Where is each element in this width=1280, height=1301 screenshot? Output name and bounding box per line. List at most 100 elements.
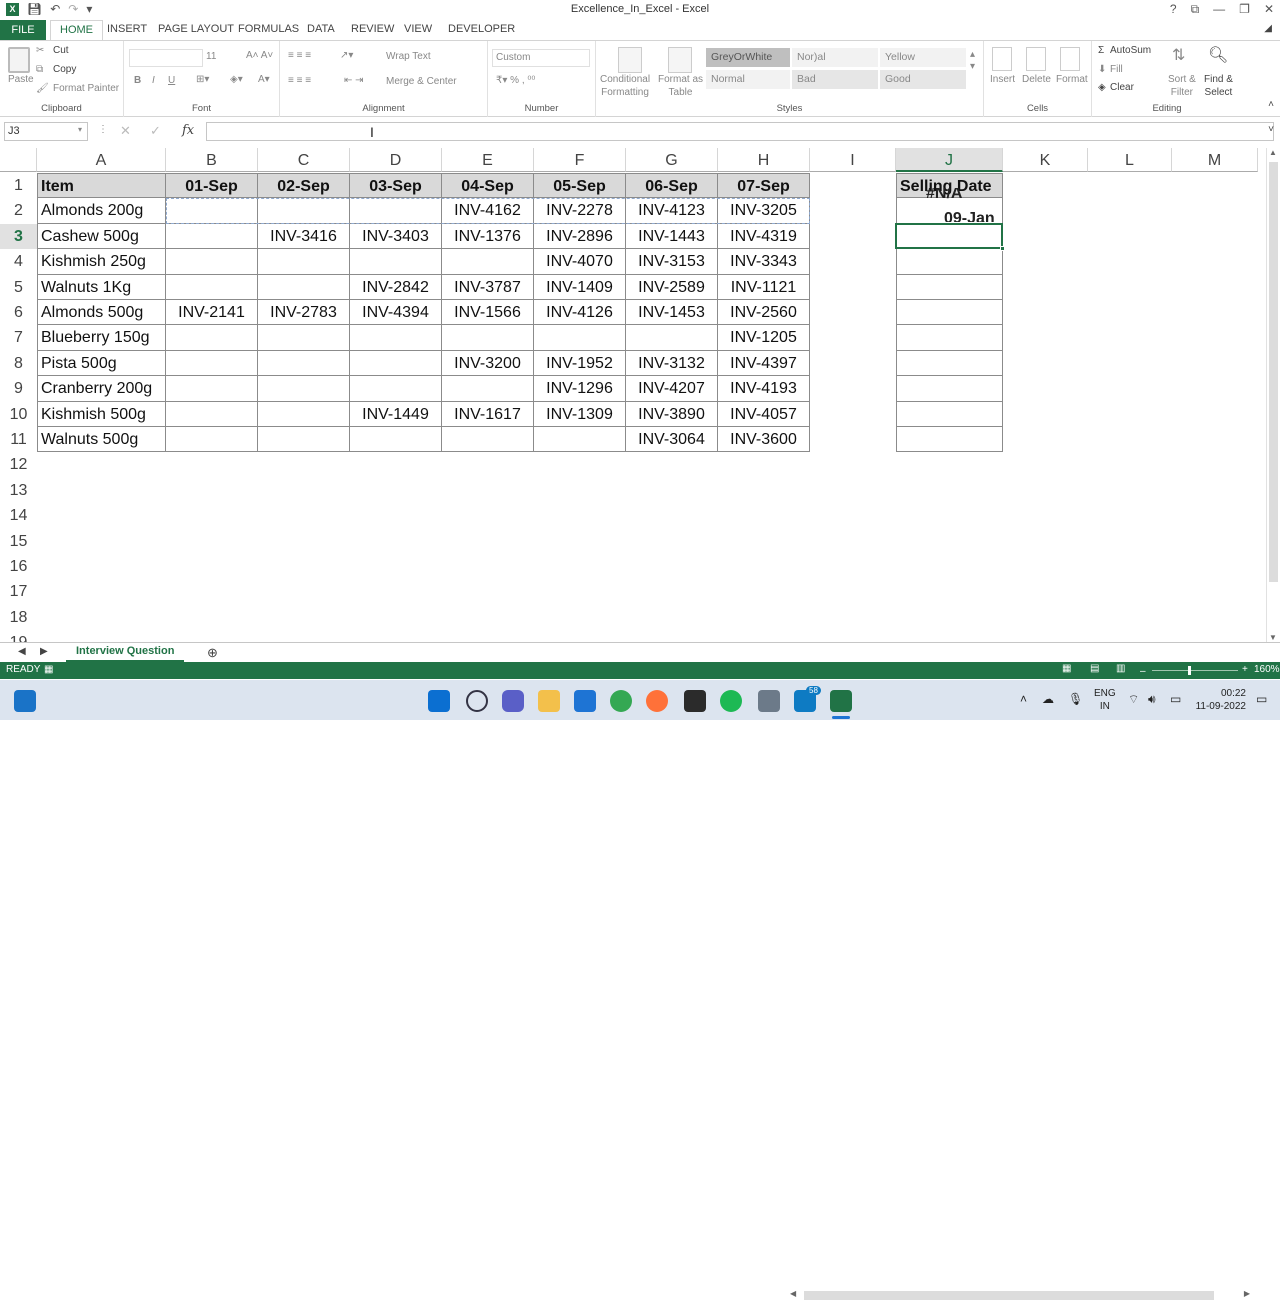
row-header-8[interactable]: 8 xyxy=(0,351,37,376)
item-cell[interactable]: Kishmish 500g xyxy=(37,401,166,427)
grow-font-icon[interactable]: A˄ A˅ xyxy=(246,50,273,61)
scroll-down-icon[interactable]: ▼ xyxy=(1269,633,1277,642)
invoice-cell[interactable]: INV-3600 xyxy=(718,427,810,453)
cut-icon[interactable]: ✂ xyxy=(36,45,44,56)
row-header-18[interactable]: 18 xyxy=(0,605,37,630)
invoice-cell[interactable]: INV-2783 xyxy=(258,300,350,326)
notifications-icon[interactable]: ▭ xyxy=(1256,692,1267,706)
invoice-cell[interactable] xyxy=(442,325,534,351)
battery-icon[interactable]: ▭ xyxy=(1170,692,1181,706)
cut-button[interactable]: Cut xyxy=(53,45,69,56)
font-color-icon[interactable]: A▾ xyxy=(258,74,270,85)
merge-center-button[interactable]: Merge & Center xyxy=(386,76,457,87)
item-cell[interactable]: Kishmish 250g xyxy=(37,249,166,275)
row-header-2[interactable]: 2 xyxy=(0,198,37,223)
invoice-cell[interactable] xyxy=(350,376,442,402)
horizontal-scrollbar[interactable]: ◀ ▶ xyxy=(790,1289,1250,1301)
column-header-f[interactable]: F xyxy=(534,148,626,172)
screen-recorder-icon[interactable] xyxy=(684,690,706,712)
invoice-cell[interactable] xyxy=(258,376,350,402)
selling-date-cell[interactable] xyxy=(896,427,1003,453)
invoice-cell[interactable] xyxy=(442,427,534,453)
selling-date-cell[interactable] xyxy=(896,350,1003,377)
normal-view-icon[interactable]: ▦ xyxy=(1062,663,1071,674)
delete-button[interactable]: Delete xyxy=(1022,74,1051,85)
zoom-in-icon[interactable]: + xyxy=(1242,664,1248,675)
wifi-icon[interactable]: ⌔ xyxy=(1128,692,1139,707)
invoice-cell[interactable] xyxy=(350,427,442,453)
column-header-d[interactable]: D xyxy=(350,148,442,172)
format-button[interactable]: Format xyxy=(1056,74,1088,85)
formula-input[interactable] xyxy=(206,122,1274,141)
invoice-cell[interactable] xyxy=(166,427,258,453)
invoice-cell[interactable]: INV-3200 xyxy=(442,350,534,377)
column-header-h[interactable]: H xyxy=(718,148,810,172)
style-good[interactable]: Good xyxy=(880,70,966,89)
row-header-4[interactable]: 4 xyxy=(0,249,37,274)
column-header-c[interactable]: C xyxy=(258,148,350,172)
invoice-cell[interactable] xyxy=(258,274,350,300)
item-cell[interactable]: Walnuts 500g xyxy=(37,427,166,453)
borders-icon[interactable]: ⊞▾ xyxy=(196,74,209,85)
invoice-cell[interactable] xyxy=(166,350,258,377)
page-layout-view-icon[interactable]: ▤ xyxy=(1090,663,1099,674)
cancel-entry-icon[interactable]: ✕ xyxy=(120,123,131,139)
invoice-cell[interactable]: INV-1617 xyxy=(442,401,534,427)
hscroll-right-icon[interactable]: ▶ xyxy=(1244,1289,1250,1298)
invoice-cell[interactable]: INV-3416 xyxy=(258,223,350,250)
row-header-16[interactable]: 16 xyxy=(0,554,37,579)
item-cell[interactable]: Pista 500g xyxy=(37,350,166,377)
tab-review[interactable]: REVIEW xyxy=(351,23,394,35)
onedrive-icon[interactable]: ☁︎ xyxy=(1042,692,1054,706)
invoice-cell[interactable]: INV-4057 xyxy=(718,401,810,427)
invoice-cell[interactable] xyxy=(442,249,534,275)
windows-start-icon[interactable] xyxy=(428,690,450,712)
wrap-text-button[interactable]: Wrap Text xyxy=(386,51,431,62)
style-normal[interactable]: Normal xyxy=(706,70,790,89)
tab-developer[interactable]: DEVELOPER xyxy=(448,23,515,35)
fill-handle[interactable] xyxy=(1000,246,1005,252)
top-align-icon[interactable]: ≡ ≡ ≡ xyxy=(288,50,311,61)
invoice-cell[interactable]: INV-4162 xyxy=(442,198,534,224)
invoice-cell[interactable]: INV-1952 xyxy=(534,350,626,377)
invoice-cell[interactable]: INV-1566 xyxy=(442,300,534,326)
insert-button[interactable]: Insert xyxy=(990,74,1015,85)
row-header-10[interactable]: 10 xyxy=(0,402,37,427)
invoice-cell[interactable]: INV-4126 xyxy=(534,300,626,326)
macro-record-icon[interactable]: ▦ xyxy=(44,664,53,675)
new-sheet-icon[interactable]: ⊕ xyxy=(207,645,218,661)
restore-icon[interactable]: ❐ xyxy=(1239,2,1250,17)
item-cell[interactable]: Almonds 200g xyxy=(37,198,166,224)
row-header-6[interactable]: 6 xyxy=(0,300,37,325)
sheet-tab-interview-question[interactable]: Interview Question xyxy=(66,643,185,662)
column-header-l[interactable]: L xyxy=(1088,148,1172,172)
expand-formula-bar-icon[interactable]: ˅ xyxy=(1268,124,1274,135)
vertical-scrollbar[interactable]: ▲ ▼ xyxy=(1266,148,1280,642)
invoice-cell[interactable] xyxy=(350,249,442,275)
sort-filter-icon[interactable]: ⇅ xyxy=(1172,45,1185,65)
invoice-cell[interactable]: INV-1309 xyxy=(534,401,626,427)
volume-icon[interactable]: 🔊︎ xyxy=(1148,692,1156,707)
invoice-cell[interactable] xyxy=(258,350,350,377)
fill-icon[interactable]: ⬇ xyxy=(1098,64,1106,75)
invoice-cell[interactable]: INV-4070 xyxy=(534,249,626,275)
bold-button[interactable]: B xyxy=(134,75,141,86)
invoice-cell[interactable] xyxy=(166,401,258,427)
user-account-arrow-icon[interactable]: ◢ xyxy=(1264,23,1272,34)
copy-icon[interactable]: ⧉ xyxy=(36,64,43,75)
row-header-1[interactable]: 1 xyxy=(0,173,37,198)
invoice-cell[interactable]: INV-3890 xyxy=(626,401,718,427)
tab-formulas[interactable]: FORMULAS xyxy=(238,23,299,35)
name-box-dropdown-icon[interactable]: ▾ xyxy=(78,125,82,134)
invoice-cell[interactable] xyxy=(350,350,442,377)
invoice-cell[interactable]: INV-4193 xyxy=(718,376,810,402)
format-painter-icon[interactable]: 🖌︎ xyxy=(36,83,49,94)
invoice-cell[interactable]: INV-4319 xyxy=(718,223,810,250)
show-hidden-icons[interactable]: ˄ xyxy=(1020,692,1027,706)
invoice-cell[interactable]: INV-2141 xyxy=(166,300,258,326)
invoice-cell[interactable] xyxy=(534,427,626,453)
chrome-icon[interactable] xyxy=(610,690,632,712)
invoice-cell[interactable]: INV-4123 xyxy=(626,198,718,224)
invoice-cell[interactable] xyxy=(166,223,258,250)
snipping-tool-icon[interactable] xyxy=(758,690,780,712)
